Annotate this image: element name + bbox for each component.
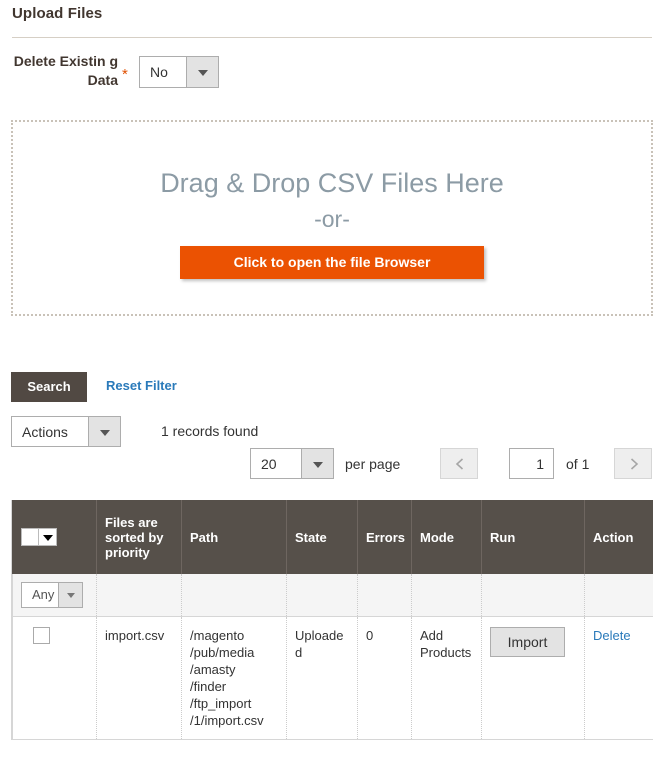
column-header-checkbox bbox=[12, 500, 97, 574]
filter-cell-mode[interactable] bbox=[411, 574, 482, 617]
row-state: Uploaded bbox=[286, 616, 358, 740]
row-checkbox-cell bbox=[12, 616, 97, 740]
chevron-down-icon[interactable] bbox=[88, 417, 120, 446]
actions-select-value: Actions bbox=[22, 424, 68, 440]
chevron-down-icon[interactable] bbox=[186, 57, 218, 87]
row-select-checkbox[interactable] bbox=[33, 627, 50, 644]
file-dropzone[interactable]: Drag & Drop CSV Files Here -or- Click to… bbox=[11, 120, 653, 316]
checkbox-filter-value: Any bbox=[32, 587, 55, 602]
column-header-state[interactable]: State bbox=[286, 500, 358, 574]
grid-filter-row: Any bbox=[12, 574, 653, 617]
grid-header-row: Files are sorted by priority Path State … bbox=[12, 500, 653, 574]
reset-filter-link[interactable]: Reset Filter bbox=[106, 378, 177, 393]
dropzone-title: Drag & Drop CSV Files Here bbox=[160, 168, 504, 198]
filter-cell-errors[interactable] bbox=[357, 574, 412, 617]
column-header-run[interactable]: Run bbox=[481, 500, 585, 574]
files-grid: Files are sorted by priority Path State … bbox=[11, 500, 653, 740]
per-page-value: 20 bbox=[261, 456, 277, 472]
row-mode: Add Products bbox=[411, 616, 482, 740]
column-header-path[interactable]: Path bbox=[181, 500, 287, 574]
page-number-input[interactable] bbox=[509, 448, 554, 479]
table-row[interactable]: import.csv /magento /pub/media /amasty /… bbox=[12, 616, 653, 740]
chevron-down-icon[interactable] bbox=[301, 449, 333, 478]
checkbox-box[interactable] bbox=[21, 528, 39, 546]
row-run-cell: Import bbox=[481, 616, 585, 740]
per-page-label: per page bbox=[345, 456, 401, 472]
delete-existing-data-value: No bbox=[150, 64, 168, 80]
filter-cell-action bbox=[584, 574, 653, 617]
title-divider bbox=[12, 37, 652, 38]
row-errors: 0 bbox=[357, 616, 412, 740]
column-header-action[interactable]: Action bbox=[584, 500, 653, 574]
total-pages-label: of 1 bbox=[566, 456, 590, 472]
actions-select[interactable]: Actions bbox=[11, 416, 121, 447]
filter-cell-state[interactable] bbox=[286, 574, 358, 617]
search-button[interactable]: Search bbox=[11, 372, 87, 402]
filter-cell-checkbox: Any bbox=[12, 574, 97, 617]
records-found-label: 1 records found bbox=[161, 423, 259, 439]
per-page-select[interactable]: 20 bbox=[250, 448, 334, 479]
row-action-cell: Delete bbox=[584, 616, 653, 740]
chevron-right-icon bbox=[630, 458, 639, 470]
delete-link[interactable]: Delete bbox=[593, 628, 631, 643]
open-file-browser-button[interactable]: Click to open the file Browser bbox=[180, 246, 484, 279]
column-header-errors[interactable]: Errors bbox=[357, 500, 412, 574]
filter-cell-path[interactable] bbox=[181, 574, 287, 617]
row-path: /magento /pub/media /amasty /finder /ftp… bbox=[181, 616, 287, 740]
filter-cell-run bbox=[481, 574, 585, 617]
row-file-name: import.csv bbox=[96, 616, 182, 740]
delete-existing-data-label: Delete Existin g Data bbox=[13, 53, 118, 88]
import-button[interactable]: Import bbox=[490, 627, 565, 657]
chevron-down-icon[interactable] bbox=[39, 528, 57, 546]
previous-page-button[interactable] bbox=[440, 448, 478, 479]
dropzone-or-separator: -or- bbox=[314, 206, 350, 232]
page-title: Upload Files bbox=[12, 5, 103, 22]
filter-cell-file[interactable] bbox=[96, 574, 182, 617]
chevron-down-icon[interactable] bbox=[58, 583, 82, 607]
next-page-button[interactable] bbox=[614, 448, 652, 479]
checkbox-filter-select[interactable]: Any bbox=[21, 582, 83, 608]
required-asterisk: * bbox=[122, 66, 128, 83]
chevron-left-icon bbox=[455, 458, 464, 470]
select-all-checkbox[interactable] bbox=[21, 528, 57, 546]
column-header-mode[interactable]: Mode bbox=[411, 500, 482, 574]
column-header-file[interactable]: Files are sorted by priority bbox=[96, 500, 182, 574]
delete-existing-data-select[interactable]: No bbox=[139, 56, 219, 88]
